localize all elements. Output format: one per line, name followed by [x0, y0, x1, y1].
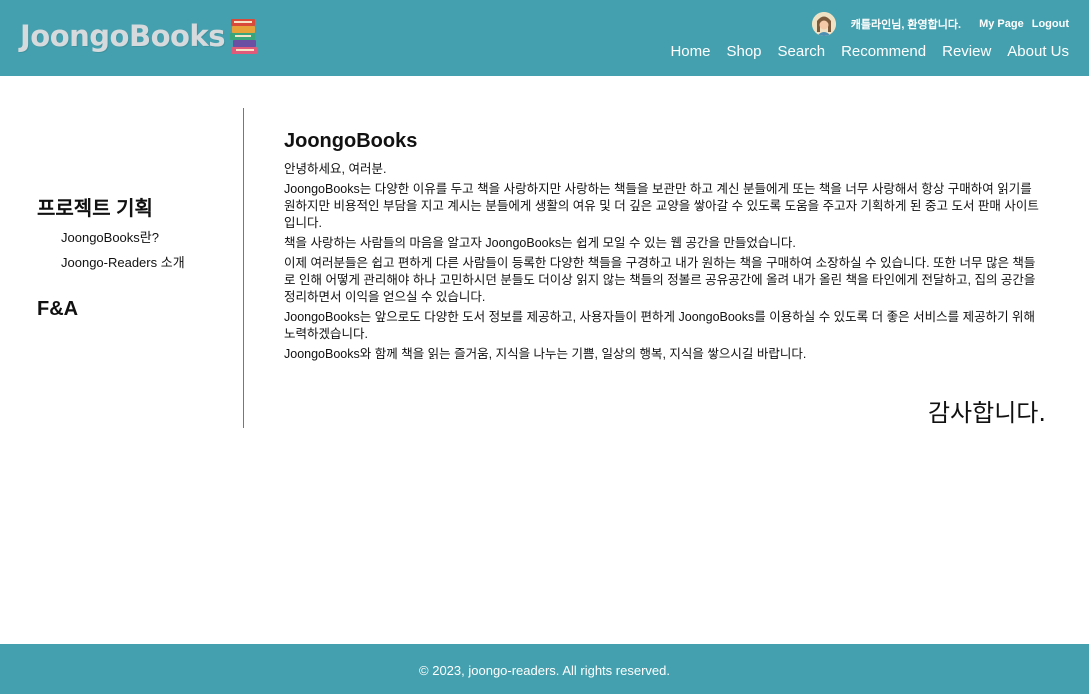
book-stack-icon [229, 19, 257, 54]
nav-shop[interactable]: Shop [726, 43, 761, 60]
sidebar-link-readers-intro[interactable]: Joongo-Readers 소개 [61, 252, 185, 271]
site-logo[interactable]: JoongoBooks [20, 16, 259, 56]
user-bar: 캐틀라인님, 환영합니다. My Page Logout [811, 12, 1069, 36]
nav-about-us[interactable]: About Us [1007, 43, 1069, 60]
intro-paragraph: 안녕하세요, 여러분. [284, 162, 387, 176]
my-page-link[interactable]: My Page [979, 18, 1024, 30]
sidebar-section-project: 프로젝트 기획 [37, 198, 153, 220]
intro-paragraph: JoongoBooks는 앞으로도 다양한 도서 정보를 제공하고, 사용자들이… [284, 310, 1036, 341]
site-header: JoongoBooks 캐틀라인님, 환영합니다. My Page Logout… [0, 0, 1089, 76]
main-content: JoongoBooks 안녕하세요, 여러분. JoongoBooks는 다양한… [284, 130, 1046, 366]
sidebar: 프로젝트 기획 JoongoBooks란? Joongo-Readers 소개 … [0, 108, 244, 428]
thanks-message: 감사합니다. [927, 399, 1046, 427]
sidebar-section-fa[interactable]: F&A [37, 298, 78, 321]
nav-home[interactable]: Home [670, 43, 710, 60]
intro-paragraph: JoongoBooks와 함께 책을 읽는 즐거움, 지식을 나누는 기쁨, 일… [284, 347, 807, 361]
page-title: JoongoBooks [284, 130, 418, 152]
nav-recommend[interactable]: Recommend [841, 43, 926, 60]
intro-paragraph: 이제 여러분들은 쉽고 편하게 다른 사람들이 등록한 다양한 책들을 구경하고… [284, 256, 1036, 304]
nav-review[interactable]: Review [942, 43, 991, 60]
nav-search[interactable]: Search [778, 43, 826, 60]
main-nav: Home Shop Search Recommend Review About … [654, 43, 1069, 60]
user-avatar[interactable] [811, 12, 836, 36]
intro-paragraph: JoongoBooks는 다양한 이유를 두고 책을 사랑하지만 사랑하는 책들… [284, 182, 1039, 230]
sidebar-link-about-joongobooks[interactable]: JoongoBooks란? [61, 227, 159, 246]
logout-link[interactable]: Logout [1032, 18, 1069, 30]
copyright-text: © 2023, joongo-readers. All rights reser… [419, 663, 670, 678]
site-footer: © 2023, joongo-readers. All rights reser… [0, 644, 1089, 694]
intro-paragraph: 책을 사랑하는 사람들의 마음을 알고자 JoongoBooks는 쉽게 모일 … [284, 236, 796, 250]
welcome-message: 캐틀라인님, 환영합니다. [850, 19, 962, 31]
logo-text: JoongoBooks [20, 19, 225, 53]
